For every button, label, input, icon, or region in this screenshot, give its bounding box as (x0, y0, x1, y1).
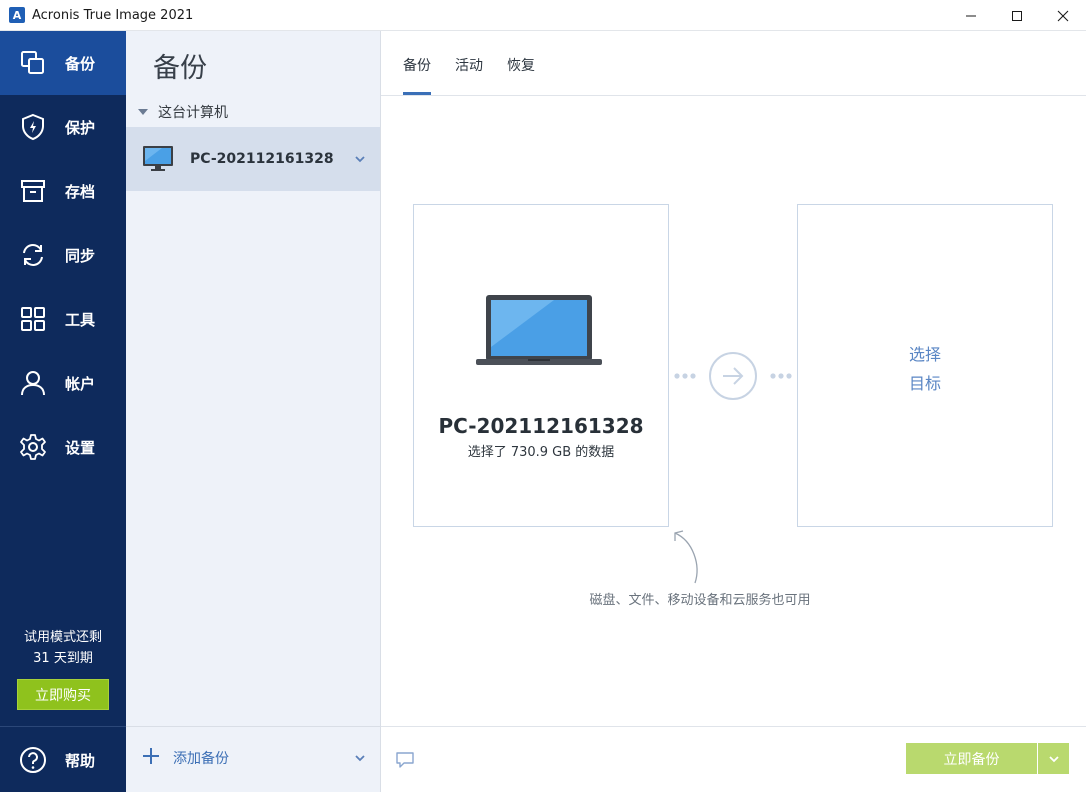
close-button[interactable] (1040, 0, 1086, 31)
nav-item-protect[interactable]: 保护 (0, 95, 126, 159)
nav-label-tools: 工具 (65, 310, 96, 329)
nav-label-settings: 设置 (65, 438, 96, 457)
nav-item-tools[interactable]: 工具 (0, 287, 126, 351)
source-size-text: 选择了 730.9 GB 的数据 (467, 445, 615, 460)
backup-item-name: PC-202112161328 (190, 151, 334, 167)
trial-line-2: 31 天到期 (33, 651, 93, 666)
select-destination-label: 选择 目标 (798, 340, 1052, 398)
trial-line-1: 试用模式还剩 (23, 630, 102, 645)
group-label: 这台计算机 (158, 105, 228, 121)
nav-label-archive: 存档 (65, 182, 96, 201)
trial-status: 试用模式还剩 31 天到期 (0, 627, 126, 669)
laptop-icon (476, 295, 602, 365)
add-backup-label: 添加备份 (173, 751, 229, 767)
window-title: Acronis True Image 2021 (32, 7, 194, 23)
destination-line-1: 选择 (908, 345, 941, 364)
shield-icon (19, 113, 47, 141)
maximize-button[interactable] (994, 0, 1040, 31)
maximize-icon (1012, 10, 1022, 21)
source-name: PC-202112161328 (438, 414, 644, 438)
backup-source-card[interactable]: PC-202112161328 选择了 730.9 GB 的数据 (413, 204, 669, 527)
sync-icon (19, 241, 47, 269)
account-icon (19, 369, 47, 397)
help-icon (19, 746, 47, 774)
window-controls (948, 0, 1086, 31)
main-content: 备份 活动 恢复 PC-202112161328 选择了 730.9 GB 的数… (381, 31, 1086, 792)
backup-list-item[interactable]: PC-202112161328 (126, 127, 380, 191)
chevron-down-icon[interactable] (354, 153, 366, 165)
nav-label-help: 帮助 (65, 751, 96, 770)
app-logo-icon: A (9, 7, 25, 23)
buy-now-button[interactable]: 立即购买 (17, 679, 109, 710)
panel-title: 备份 (153, 53, 207, 84)
add-backup-bar[interactable]: 添加备份 (126, 726, 380, 792)
nav-item-settings[interactable]: 设置 (0, 415, 126, 479)
curved-arrow-icon (674, 530, 698, 584)
minimize-icon (966, 15, 976, 16)
gear-icon (19, 433, 47, 461)
active-tab-indicator (403, 92, 431, 95)
nav-item-archive[interactable]: 存档 (0, 159, 126, 223)
nav-item-backup[interactable]: 备份 (0, 31, 126, 95)
nav-item-sync[interactable]: 同步 (0, 223, 126, 287)
backup-options-dropdown[interactable] (1038, 743, 1069, 774)
tab-recovery[interactable]: 恢复 (507, 55, 535, 75)
tab-bar: 备份 活动 恢复 (381, 31, 1086, 96)
backup-destination-card[interactable]: 选择 目标 (797, 204, 1053, 527)
minimize-button[interactable] (948, 0, 994, 31)
main-footer: 立即备份 (381, 726, 1086, 792)
arrow-connector-icon (674, 352, 792, 400)
group-header-this-computer[interactable]: 这台计算机 (138, 102, 228, 122)
backup-now-button[interactable]: 立即备份 (906, 743, 1037, 774)
main-navigation: 备份 保护 存档 同步 工具 帐户 设置 试用模式还剩 31 天到期 立即购买 … (0, 31, 126, 792)
feedback-chat-icon[interactable] (395, 751, 415, 769)
tab-activity[interactable]: 活动 (455, 55, 483, 75)
close-icon (1057, 10, 1069, 21)
caret-down-icon (138, 109, 148, 115)
title-bar: A Acronis True Image 2021 (0, 0, 1086, 31)
destination-line-2: 目标 (908, 374, 941, 393)
monitor-icon (143, 146, 173, 171)
archive-icon (19, 177, 47, 205)
tools-grid-icon (19, 305, 47, 333)
plus-icon (143, 748, 159, 764)
tab-backup[interactable]: 备份 (403, 55, 431, 75)
nav-divider (0, 726, 126, 727)
nav-label-backup: 备份 (65, 54, 96, 73)
backup-icon (19, 49, 47, 77)
chevron-down-icon (1048, 755, 1059, 762)
nav-item-account[interactable]: 帐户 (0, 351, 126, 415)
nav-item-help[interactable]: 帮助 (0, 728, 126, 792)
backup-list-panel: 备份 这台计算机 PC-202112161328 添加备份 (126, 31, 381, 792)
nav-label-sync: 同步 (65, 246, 96, 265)
nav-label-account: 帐户 (65, 374, 96, 393)
chevron-down-icon[interactable] (354, 752, 366, 764)
nav-label-protect: 保护 (65, 118, 96, 137)
hint-text: 磁盘、文件、移动设备和云服务也可用 (589, 593, 811, 608)
